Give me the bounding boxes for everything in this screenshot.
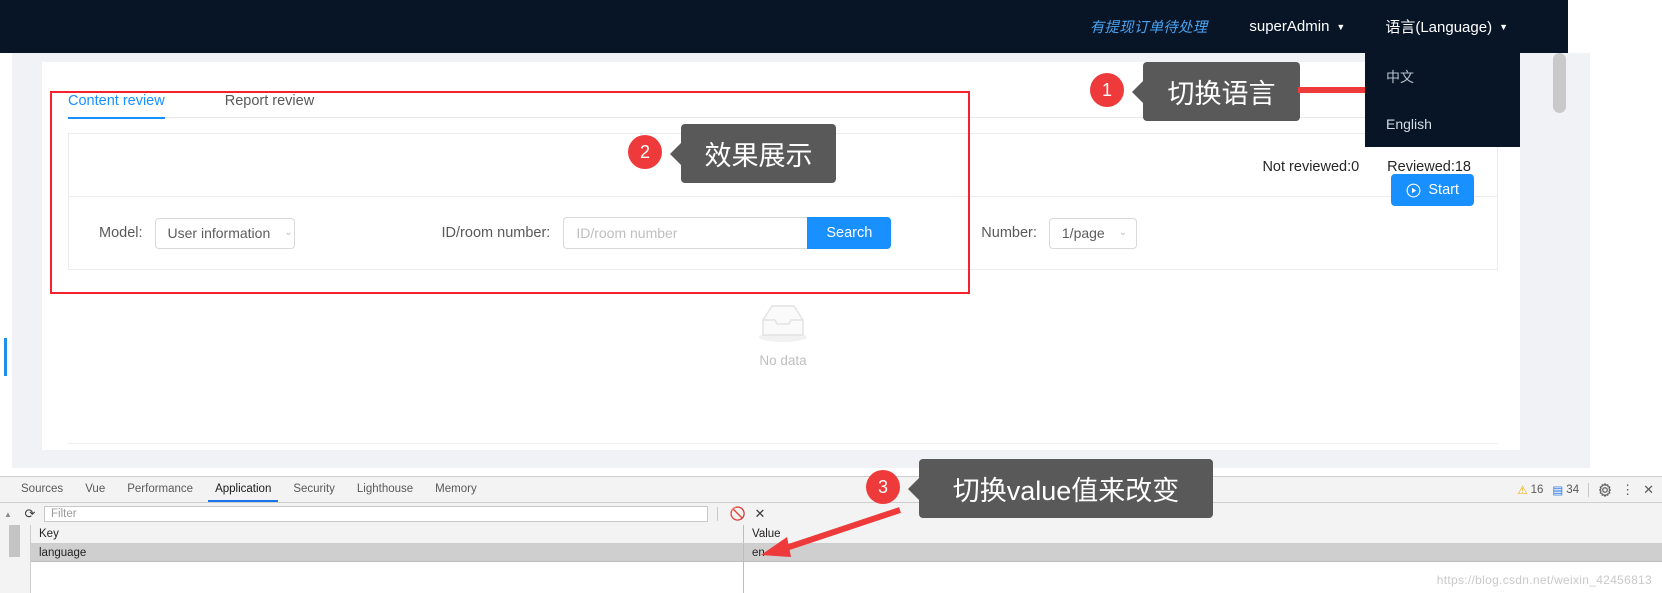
watermark: https://blog.csdn.net/weixin_42456813 bbox=[1436, 573, 1652, 587]
warning-icon: ⚠ bbox=[1517, 484, 1528, 497]
model-label: Model: bbox=[99, 225, 143, 241]
start-button[interactable]: Start bbox=[1391, 174, 1474, 206]
devtools-warning-count[interactable]: ⚠ 16 bbox=[1517, 483, 1543, 497]
callout-badge-2: 2 bbox=[628, 135, 662, 169]
language-option-english[interactable]: English bbox=[1365, 100, 1520, 147]
inbox-empty-icon bbox=[759, 305, 807, 342]
user-menu[interactable]: superAdmin ▼ bbox=[1249, 18, 1345, 35]
language-menu[interactable]: 语言(Language) ▼ bbox=[1385, 16, 1508, 37]
start-button-label: Start bbox=[1428, 182, 1459, 198]
devtools-tab-security[interactable]: Security bbox=[282, 477, 346, 502]
callout-bubble-3: 切换value值来改变 bbox=[919, 459, 1213, 518]
empty-state-label: No data bbox=[759, 353, 807, 368]
left-rail-indicator bbox=[4, 338, 7, 376]
page-size-select[interactable]: 1/page ⌄ bbox=[1048, 217, 1137, 249]
withdraw-order-notice[interactable]: 有提现订单待处理 bbox=[1090, 16, 1208, 37]
filter-row: Model: User information ⌄ ID/room number… bbox=[69, 197, 1497, 269]
empty-state: No data bbox=[68, 300, 1498, 368]
filter-input-placeholder: Filter bbox=[51, 508, 77, 520]
id-room-label: ID/room number: bbox=[441, 225, 551, 241]
page-size-value: 1/page bbox=[1061, 225, 1105, 241]
page-scrollbar[interactable] bbox=[1553, 53, 1566, 113]
chevron-down-icon: ▼ bbox=[1499, 22, 1508, 32]
column-header-key[interactable]: Key bbox=[31, 525, 744, 543]
chevron-down-icon: ▼ bbox=[1336, 22, 1346, 32]
not-reviewed-count: Not reviewed:0 bbox=[1262, 159, 1360, 175]
devtools-tab-bar: Sources Vue Performance Application Secu… bbox=[0, 477, 1662, 502]
close-icon[interactable]: ✕ bbox=[1643, 483, 1654, 496]
callout-badge-1: 1 bbox=[1090, 73, 1124, 107]
reviewed-count: Reviewed:18 bbox=[1387, 159, 1471, 175]
toolbar-separator bbox=[717, 507, 718, 521]
devtools-status-separator bbox=[1588, 482, 1590, 497]
devtools-tab-performance[interactable]: Performance bbox=[116, 477, 204, 502]
refresh-icon[interactable]: ⟳ bbox=[16, 506, 44, 522]
review-counts: Not reviewed:0 Reviewed:18 bbox=[1262, 159, 1471, 175]
callout-bubble-1: 切换语言 bbox=[1143, 62, 1300, 121]
callout-badge-3: 3 bbox=[866, 470, 900, 504]
id-room-input-placeholder: ID/room number bbox=[576, 225, 678, 241]
user-menu-label: superAdmin bbox=[1249, 18, 1330, 35]
devtools-tab-sources[interactable]: Sources bbox=[10, 477, 74, 502]
language-dropdown[interactable]: 中文 English bbox=[1365, 53, 1520, 147]
devtools-tab-application[interactable]: Application bbox=[204, 477, 282, 502]
number-label: Number: bbox=[981, 225, 1037, 241]
warning-count-value: 16 bbox=[1530, 483, 1544, 496]
storage-empty-key-cell bbox=[31, 562, 744, 593]
kebab-menu-icon[interactable]: ⋮ bbox=[1621, 483, 1634, 496]
callout-bubble-2: 效果展示 bbox=[681, 124, 836, 183]
tab-report-review[interactable]: Report review bbox=[225, 93, 314, 118]
devtools-tab-lighthouse[interactable]: Lighthouse bbox=[346, 477, 424, 502]
right-gutter-strip bbox=[1568, 53, 1590, 468]
id-room-input[interactable]: ID/room number bbox=[563, 217, 808, 249]
storage-scrollbar-thumb[interactable] bbox=[9, 525, 20, 557]
message-icon: ▤ bbox=[1552, 484, 1564, 497]
storage-table-sidebar bbox=[0, 525, 31, 593]
chevron-down-icon: ⌄ bbox=[1118, 227, 1128, 238]
devtools-message-count[interactable]: ▤ 34 bbox=[1552, 483, 1579, 497]
gear-icon[interactable] bbox=[1598, 482, 1612, 497]
callout-arrow-3 bbox=[761, 507, 901, 557]
message-count-value: 34 bbox=[1566, 483, 1580, 496]
screenshot-root: 有提现订单待处理 superAdmin ▼ 语言(Language) ▼ 中文 … bbox=[0, 0, 1662, 593]
language-option-chinese[interactable]: 中文 bbox=[1365, 53, 1520, 100]
language-menu-label: 语言(Language) bbox=[1385, 19, 1493, 36]
card-bottom-rule bbox=[68, 443, 1498, 444]
search-button[interactable]: Search bbox=[807, 217, 892, 249]
model-select[interactable]: User information ⌄ bbox=[154, 217, 295, 249]
storage-empty-row bbox=[31, 562, 1662, 593]
top-navigation-bar: 有提现订单待处理 superAdmin ▼ 语言(Language) ▼ bbox=[0, 0, 1568, 53]
storage-key-cell[interactable]: language bbox=[31, 544, 744, 561]
play-circle-icon bbox=[1406, 183, 1421, 197]
model-select-value: User information bbox=[167, 225, 271, 241]
devtools-tab-vue[interactable]: Vue bbox=[74, 477, 116, 502]
devtools-tab-memory[interactable]: Memory bbox=[424, 477, 488, 502]
tab-content-review[interactable]: Content review bbox=[68, 93, 165, 119]
left-rail bbox=[0, 53, 12, 468]
chevron-down-icon: ⌄ bbox=[284, 227, 293, 238]
scroll-up-icon[interactable]: ▲ bbox=[0, 510, 16, 519]
filter-input[interactable]: Filter bbox=[44, 506, 708, 522]
devtools-status-area: ⚠ 16 ▤ 34 ⋮ ✕ bbox=[1517, 477, 1654, 502]
